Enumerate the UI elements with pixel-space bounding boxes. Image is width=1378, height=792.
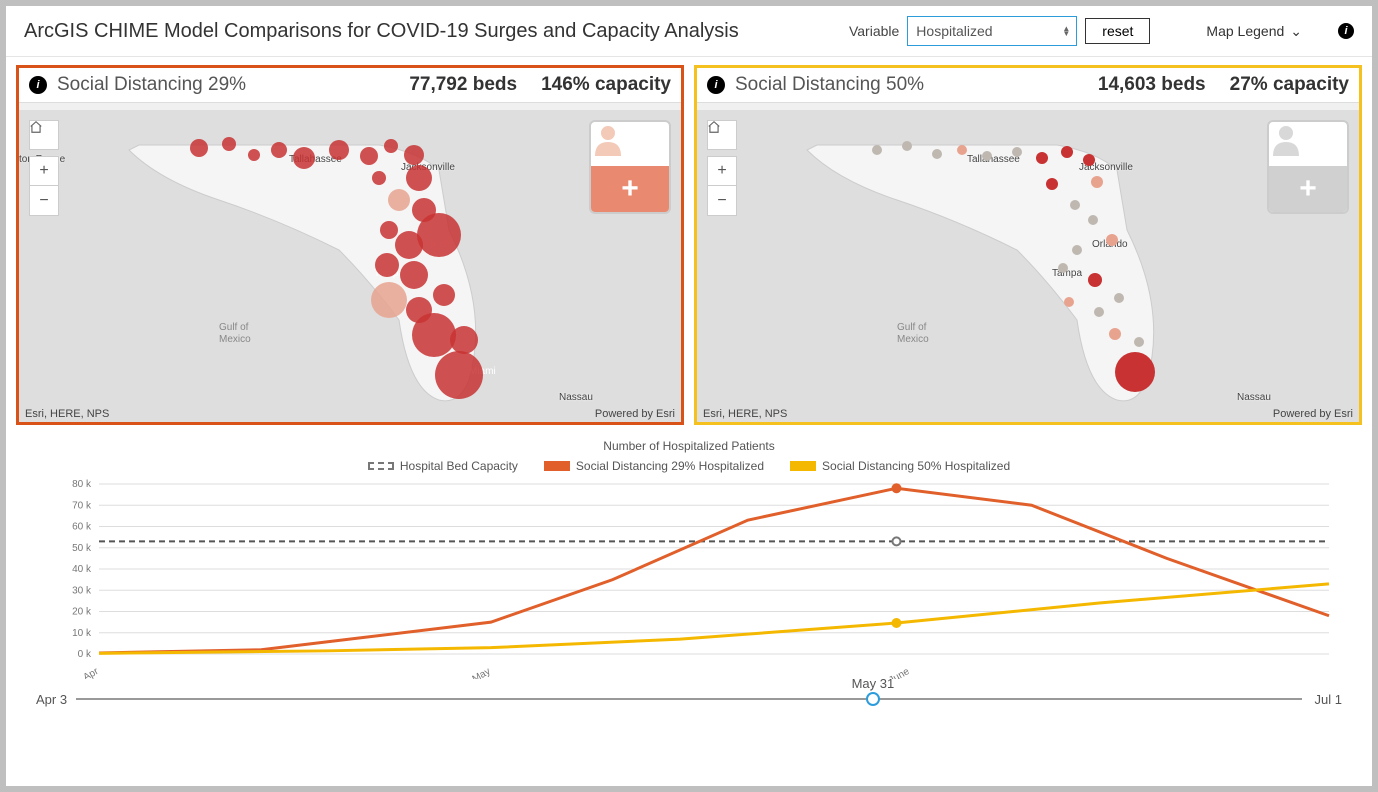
svg-text:0 k: 0 k — [78, 649, 92, 660]
chart-svg: 0 k 10 k 20 k 30 k 40 k 50 k 60 k 70 k 80 k Apr M… — [36, 479, 1342, 679]
capacity-value: 27% capacity — [1230, 74, 1349, 96]
svg-text:50 k: 50 k — [72, 543, 92, 554]
person-icon — [1269, 122, 1303, 156]
svg-text:10 k: 10 k — [72, 628, 92, 639]
beds-value: 77,792 beds — [409, 74, 517, 96]
home-button[interactable] — [707, 120, 737, 150]
map-header: i Social Distancing 50% 14,603 beds 27% … — [697, 68, 1359, 103]
maps-row: i Social Distancing 29% 77,792 beds 146%… — [6, 57, 1372, 429]
svg-text:Apr: Apr — [82, 666, 102, 679]
slider-current-label: May 31 — [852, 676, 895, 691]
info-icon[interactable]: i — [29, 76, 47, 94]
info-icon[interactable]: i — [707, 76, 725, 94]
plus-icon: + — [1290, 171, 1326, 207]
svg-text:60 k: 60 k — [72, 522, 92, 533]
chart-legend: Hospital Bed Capacity Social Distancing … — [36, 459, 1342, 473]
beds-value: 14,603 beds — [1098, 74, 1206, 96]
page-title: ArcGIS CHIME Model Comparisons for COVID… — [24, 20, 833, 43]
svg-text:40 k: 40 k — [72, 564, 92, 575]
attribution-left: Esri, HERE, NPS — [703, 408, 787, 420]
map-legend-toggle[interactable]: Map Legend ⌄ — [1206, 23, 1302, 40]
svg-text:70 k: 70 k — [72, 500, 92, 511]
slider-end-label: Jul 1 — [1315, 692, 1342, 707]
slider-track[interactable]: May 31 — [76, 698, 1302, 700]
legend-item-sd50[interactable]: Social Distancing 50% Hospitalized — [790, 459, 1010, 473]
time-slider[interactable]: Apr 3 Jul 1 May 31 — [76, 698, 1302, 700]
zoom-controls: + − — [707, 120, 737, 216]
dashed-swatch-icon — [368, 462, 394, 470]
map-canvas[interactable]: Gulf ofMexico Tallahassee Jacksonville O… — [697, 110, 1359, 422]
svg-text:Nassau: Nassau — [559, 392, 593, 403]
map-panel-sd29: i Social Distancing 29% 77,792 beds 146%… — [16, 65, 684, 425]
scenario-label: Social Distancing 29% — [57, 74, 399, 96]
chevron-down-icon: ⌄ — [1290, 23, 1302, 40]
gulf-label: Gulf ofMexico — [897, 322, 929, 345]
reset-button[interactable]: reset — [1085, 18, 1150, 44]
attribution-right: Powered by Esri — [595, 408, 675, 420]
zoom-out-button[interactable]: − — [29, 186, 59, 216]
layer-widget[interactable]: + — [1267, 120, 1349, 214]
zoom-in-button[interactable]: + — [707, 156, 737, 186]
home-button[interactable] — [29, 120, 59, 150]
map-panel-sd50: i Social Distancing 50% 14,603 beds 27% … — [694, 65, 1362, 425]
scenario-label: Social Distancing 50% — [735, 74, 1088, 96]
legend-item-sd29[interactable]: Social Distancing 29% Hospitalized — [544, 459, 764, 473]
zoom-out-button[interactable]: − — [707, 186, 737, 216]
person-icon — [591, 122, 625, 156]
map-svg: Gulf ofMexico Tallahassee Jacksonville O… — [697, 110, 1357, 425]
svg-text:Nassau: Nassau — [1237, 392, 1271, 403]
svg-text:Tallahassee: Tallahassee — [967, 154, 1020, 165]
map-svg: Gulf ofMexico ton Rouge Tallahassee Jack… — [19, 110, 679, 425]
variable-selector-row: Variable Hospitalized ▲▼ reset — [849, 16, 1150, 46]
svg-text:30 k: 30 k — [72, 585, 92, 596]
slider-handle[interactable] — [866, 692, 880, 706]
svg-text:20 k: 20 k — [72, 607, 92, 618]
zoom-controls: + − — [29, 120, 59, 216]
chart-title: Number of Hospitalized Patients — [36, 439, 1342, 453]
svg-text:80 k: 80 k — [72, 479, 92, 490]
plus-icon: + — [612, 171, 648, 207]
map-canvas[interactable]: Gulf ofMexico ton Rouge Tallahassee Jack… — [19, 110, 681, 422]
caret-updown-icon: ▲▼ — [1062, 26, 1070, 36]
capacity-value: 146% capacity — [541, 74, 671, 96]
slider-start-label: Apr 3 — [36, 692, 67, 707]
chart-area: Number of Hospitalized Patients Hospital… — [6, 429, 1372, 786]
swatch-icon — [790, 461, 816, 471]
legend-item-capacity[interactable]: Hospital Bed Capacity — [368, 459, 518, 473]
map-header: i Social Distancing 29% 77,792 beds 146%… — [19, 68, 681, 103]
attribution-left: Esri, HERE, NPS — [25, 408, 109, 420]
variable-select[interactable]: Hospitalized ▲▼ — [907, 16, 1077, 46]
gulf-label: Gulf ofMexico — [219, 322, 251, 345]
header: ArcGIS CHIME Model Comparisons for COVID… — [6, 6, 1372, 57]
variable-value: Hospitalized — [916, 23, 992, 39]
layer-widget[interactable]: + — [589, 120, 671, 214]
zoom-in-button[interactable]: + — [29, 156, 59, 186]
attribution-right: Powered by Esri — [1273, 408, 1353, 420]
swatch-icon — [544, 461, 570, 471]
info-icon[interactable]: i — [1338, 23, 1354, 39]
svg-text:May: May — [471, 666, 493, 679]
variable-label: Variable — [849, 23, 899, 39]
map-legend-label: Map Legend — [1206, 23, 1284, 39]
